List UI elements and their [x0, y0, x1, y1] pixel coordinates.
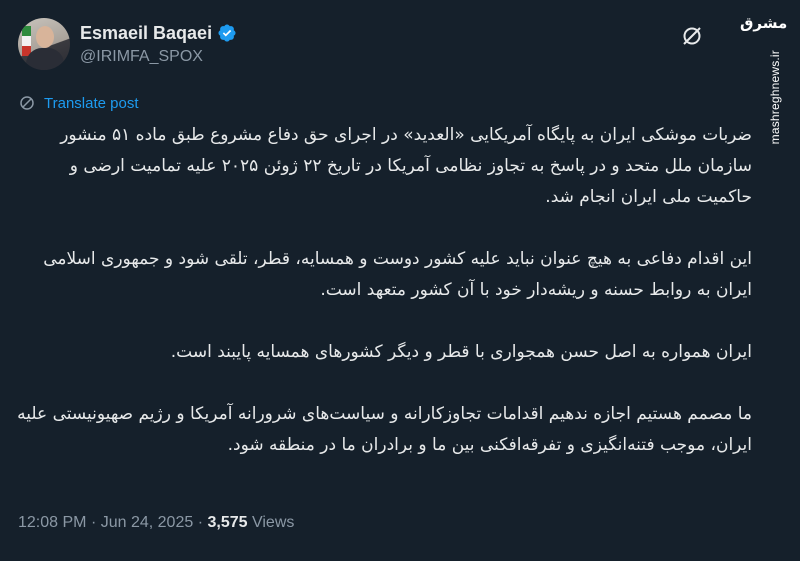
- translate-post-label[interactable]: Translate post: [44, 95, 139, 112]
- avatar[interactable]: [18, 18, 70, 70]
- verified-badge-icon: [218, 24, 236, 42]
- views-count: 3,575: [207, 514, 248, 531]
- tweet-paragraph: ایران همواره به اصل حسن همجواری با قطر و…: [170, 342, 752, 362]
- flag-icon: [22, 26, 31, 56]
- tweet-time[interactable]: 12:08 PM: [18, 514, 86, 531]
- tweet-paragraph: ضربات موشکی ایران به پایگاه آمریکایی «ال…: [60, 125, 752, 207]
- watermark-logo: مشرق: [740, 14, 788, 32]
- author-handle[interactable]: @IRIMFA_SPOX: [80, 48, 237, 66]
- watermark-url: mashreghnews.ir: [768, 50, 782, 145]
- tweet-text: ضربات موشکی ایران به پایگاه آمریکایی «ال…: [14, 120, 752, 461]
- meta-separator: ·: [197, 514, 204, 531]
- tweet-date[interactable]: Jun 24, 2025: [101, 514, 194, 531]
- tweet-paragraph: ما مصمم هستیم اجازه ندهیم اقدامات تجاوزک…: [17, 404, 752, 455]
- meta-separator: ·: [90, 514, 97, 531]
- grok-icon[interactable]: [680, 24, 704, 48]
- tweet-header: Esmaeil Baqaei @IRIMFA_SPOX: [18, 18, 237, 70]
- author-info: Esmaeil Baqaei @IRIMFA_SPOX: [80, 23, 237, 66]
- translate-post-link[interactable]: Translate post: [18, 94, 139, 112]
- tweet-meta: 12:08 PM · Jun 24, 2025 · 3,575 Views: [18, 514, 294, 532]
- tweet-card: Esmaeil Baqaei @IRIMFA_SPOX مشرق mashreg…: [0, 0, 800, 561]
- views-label: Views: [251, 514, 295, 531]
- tweet-paragraph: این اقدام دفاعی به هیچ عنوان نباید علیه …: [43, 249, 752, 300]
- translate-icon: [20, 96, 34, 110]
- author-display-name[interactable]: Esmaeil Baqaei: [80, 23, 212, 44]
